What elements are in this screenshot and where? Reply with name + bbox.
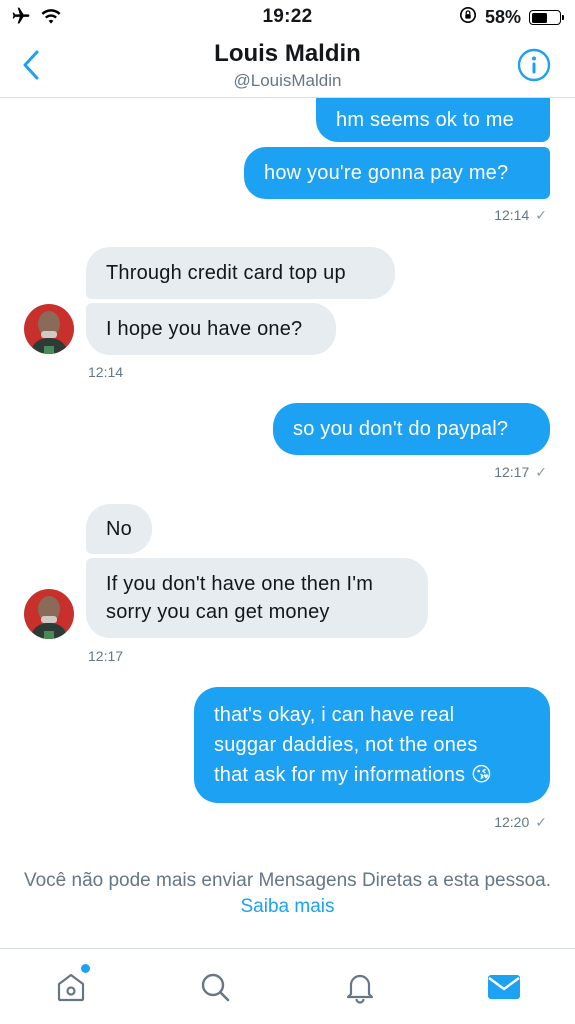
timestamp-text: 12:17 bbox=[494, 464, 530, 480]
message-timestamp: 12:14 bbox=[88, 364, 123, 380]
messages-icon bbox=[488, 975, 520, 999]
battery-level bbox=[531, 12, 548, 23]
dm-disabled-notice: Você não pode mais enviar Mensagens Dire… bbox=[0, 868, 575, 920]
contact-name[interactable]: Louis Maldin bbox=[0, 40, 575, 68]
message-text: that ask for my informations bbox=[214, 764, 466, 786]
timestamp-text: 12:17 bbox=[88, 648, 124, 664]
avatar-photo bbox=[24, 304, 74, 354]
message-timestamp: 12:14 ✓ bbox=[494, 207, 547, 224]
tab-home[interactable] bbox=[51, 964, 91, 1007]
tab-bar bbox=[0, 948, 575, 1024]
message-text: Through credit card top up bbox=[106, 262, 346, 284]
message-text-line: If you don't have one then I'm bbox=[106, 573, 374, 595]
message-text-line: that ask for my informations 😘 bbox=[214, 760, 492, 790]
message-timestamp: 12:17 ✓ bbox=[494, 464, 547, 481]
timestamp-text: 12:20 bbox=[494, 814, 530, 830]
message-text: how you're gonna pay me? bbox=[264, 162, 509, 184]
message-bubble-outgoing[interactable]: that's okay, i can have real suggar dadd… bbox=[194, 687, 550, 803]
message-text-line: suggar daddies, not the ones bbox=[214, 734, 478, 756]
tab-messages[interactable] bbox=[484, 967, 524, 1007]
message-bubble-incoming[interactable]: Through credit card top up bbox=[86, 247, 395, 299]
conversation-header: Louis Maldin @LouisMaldin bbox=[0, 34, 575, 98]
battery-percent: 58% bbox=[484, 7, 521, 27]
info-button[interactable] bbox=[517, 48, 551, 82]
message-bubble-incoming[interactable]: If you don't have one then I'm sorry you… bbox=[86, 558, 428, 638]
home-icon bbox=[57, 973, 85, 1002]
message-bubble-outgoing[interactable]: so you don't do paypal? bbox=[273, 403, 550, 455]
orientation-lock-icon bbox=[459, 6, 477, 29]
timestamp-text: 12:14 bbox=[494, 207, 530, 223]
message-bubble-incoming[interactable]: I hope you have one? bbox=[86, 303, 336, 355]
message-bubble-incoming[interactable]: No bbox=[86, 504, 152, 554]
battery-icon bbox=[529, 10, 564, 25]
message-text: so you don't do paypal? bbox=[293, 418, 509, 440]
avatar[interactable] bbox=[24, 589, 74, 639]
message-bubble-outgoing[interactable]: hm seems ok to me bbox=[316, 98, 550, 142]
tab-notifications[interactable] bbox=[340, 967, 380, 1007]
contact-handle[interactable]: @LouisMaldin bbox=[0, 71, 575, 91]
kiss-emoji-icon: 😘 bbox=[471, 764, 493, 786]
status-right: 58% bbox=[459, 6, 564, 29]
tab-search[interactable] bbox=[195, 967, 235, 1007]
read-check-icon: ✓ bbox=[535, 464, 547, 480]
message-text-line: that's okay, i can have real bbox=[214, 704, 455, 726]
learn-more-link[interactable]: Saiba mais bbox=[241, 896, 335, 917]
read-check-icon: ✓ bbox=[535, 814, 547, 830]
notifications-icon bbox=[346, 974, 374, 1004]
read-check-icon: ✓ bbox=[535, 207, 547, 223]
message-text: No bbox=[106, 518, 132, 540]
avatar-photo bbox=[24, 589, 74, 639]
message-text: hm seems ok to me bbox=[336, 109, 514, 131]
message-text-line: sorry you can get money bbox=[106, 601, 330, 623]
timestamp-text: 12:14 bbox=[88, 364, 124, 380]
notification-dot bbox=[81, 964, 90, 973]
avatar[interactable] bbox=[24, 304, 74, 354]
message-timestamp: 12:17 bbox=[88, 648, 123, 664]
message-text: I hope you have one? bbox=[106, 318, 303, 340]
notice-text: Você não pode mais enviar Mensagens Dire… bbox=[23, 870, 552, 891]
info-icon bbox=[517, 48, 551, 82]
search-icon bbox=[201, 973, 230, 1002]
message-bubble-outgoing[interactable]: how you're gonna pay me? bbox=[244, 147, 550, 199]
status-bar: 19:22 58% bbox=[0, 0, 575, 34]
message-timestamp: 12:20 ✓ bbox=[494, 814, 547, 831]
